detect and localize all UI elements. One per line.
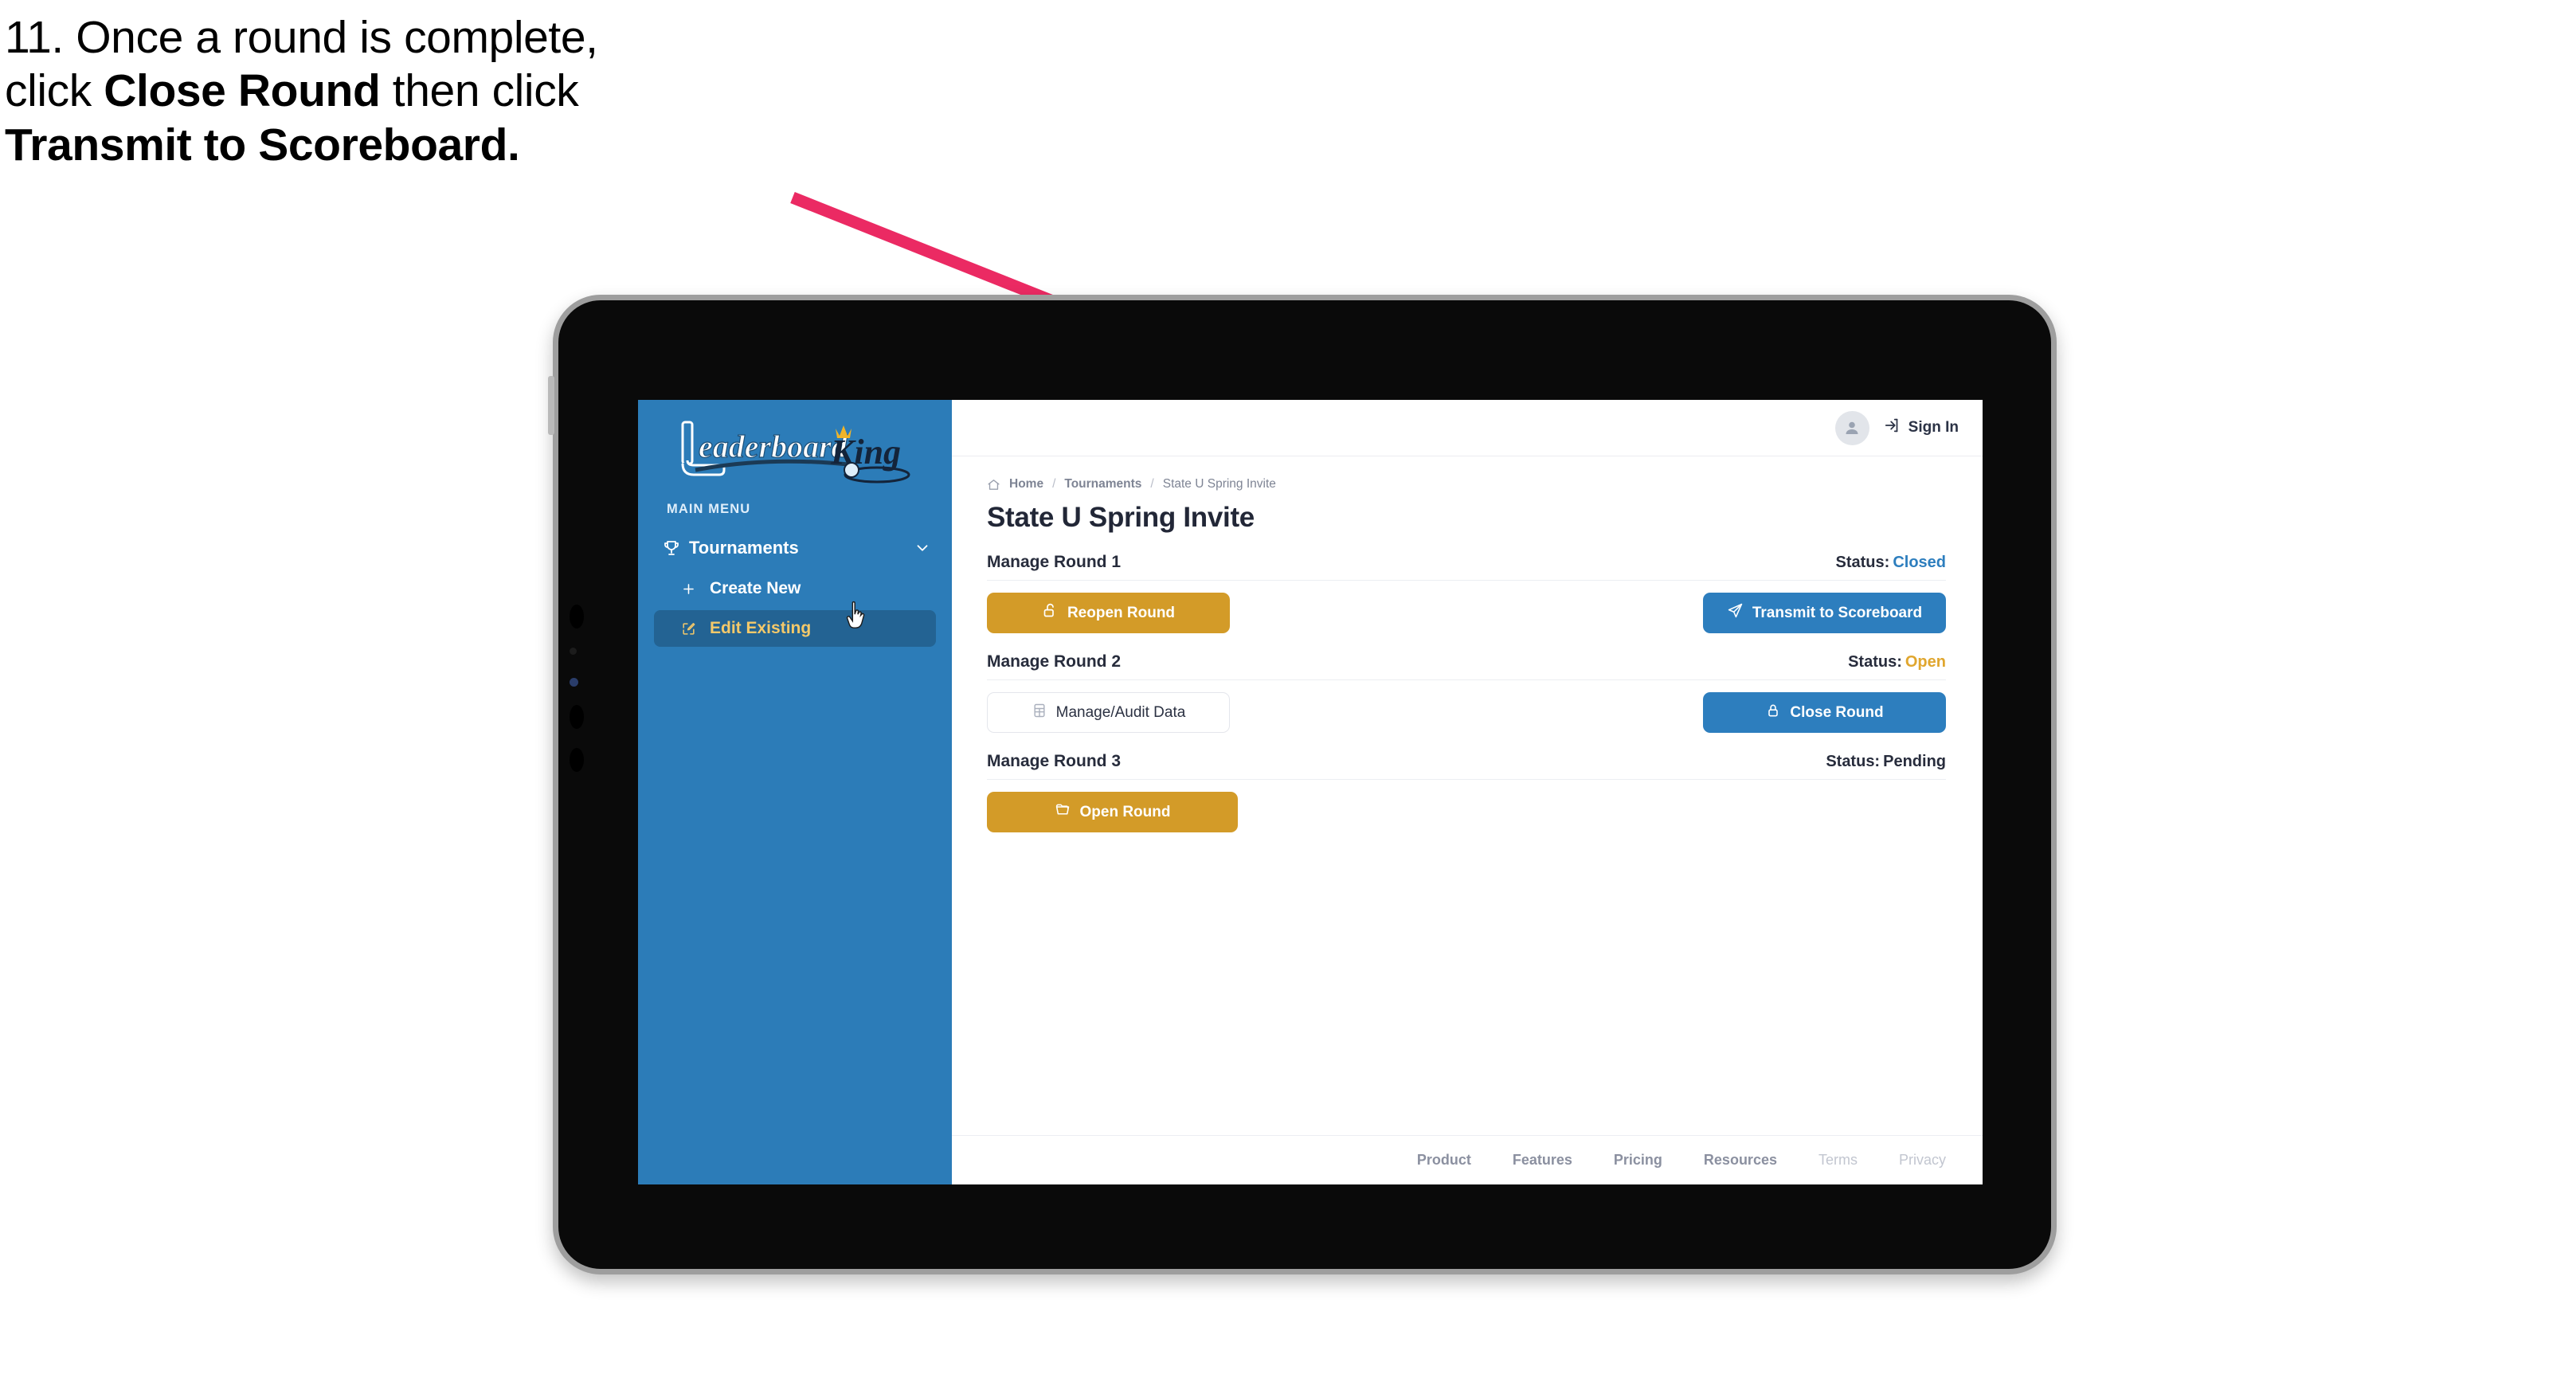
round-3-name: Manage Round 3 xyxy=(987,752,1122,770)
mouse-cursor-pointer-icon xyxy=(846,601,865,628)
footer-link-terms[interactable]: Terms xyxy=(1818,1152,1858,1169)
transmit-to-scoreboard-label: Transmit to Scoreboard xyxy=(1752,604,1923,621)
lock-icon xyxy=(1765,703,1781,723)
sidebar-item-edit-existing-label: Edit Existing xyxy=(710,619,812,637)
svg-text:King: King xyxy=(830,433,901,472)
reopen-round-button[interactable]: Reopen Round xyxy=(987,593,1230,633)
round-1-name: Manage Round 1 xyxy=(987,553,1122,571)
open-round-label: Open Round xyxy=(1079,803,1171,820)
sidebar-item-edit-existing[interactable]: Edit Existing xyxy=(654,610,936,647)
tablet-device-frame: eaderboard King MAIN MENU Tournaments Cr… xyxy=(548,295,2057,1274)
app-logo[interactable]: eaderboard King xyxy=(638,414,952,487)
footer-link-features[interactable]: Features xyxy=(1513,1152,1572,1169)
footer-links: Product Features Pricing Resources Terms… xyxy=(952,1135,1983,1184)
breadcrumb: Home / Tournaments / State U Spring Invi… xyxy=(987,477,1946,491)
home-icon[interactable] xyxy=(987,478,1000,491)
round-2-name: Manage Round 2 xyxy=(987,652,1122,671)
footer-link-privacy[interactable]: Privacy xyxy=(1899,1152,1946,1169)
tablet-speaker-dot-2 xyxy=(570,748,584,772)
instruction-close-round-emphasis: Close Round xyxy=(104,65,381,117)
sidebar-section-label: MAIN MENU xyxy=(667,502,751,516)
login-arrow-icon xyxy=(1884,417,1901,439)
round-2-status-label: Status: xyxy=(1848,653,1902,671)
sidebar-item-tournaments-label: Tournaments xyxy=(689,538,799,558)
sign-in-button[interactable]: Sign In xyxy=(1884,417,1959,439)
tablet-sensor-dot xyxy=(570,648,577,655)
unlock-icon xyxy=(1042,602,1059,624)
round-1-header: Manage Round 1 Status: Closed xyxy=(987,553,1946,581)
sidebar-item-create-new[interactable]: Create New xyxy=(654,570,936,607)
sign-in-label: Sign In xyxy=(1908,419,1959,436)
round-1-status: Status: Closed xyxy=(1836,554,1946,572)
footer-link-pricing[interactable]: Pricing xyxy=(1614,1152,1662,1169)
reopen-round-label: Reopen Round xyxy=(1067,604,1176,621)
transmit-to-scoreboard-button[interactable]: Transmit to Scoreboard xyxy=(1703,593,1946,633)
tablet-speaker-dot-1 xyxy=(570,705,584,729)
top-bar: Sign In xyxy=(952,400,1983,456)
svg-text:eaderboard: eaderboard xyxy=(699,429,848,464)
paper-plane-icon xyxy=(1727,602,1744,624)
instruction-caption: 11. Once a round is complete, click Clos… xyxy=(5,11,865,172)
tablet-led-dot xyxy=(570,678,578,687)
leaderboard-king-logo-icon: eaderboard King xyxy=(681,421,910,484)
manage-audit-data-button[interactable]: Manage/Audit Data xyxy=(987,692,1230,733)
breadcrumb-separator-2: / xyxy=(1150,477,1154,491)
round-3-status-label: Status: xyxy=(1826,753,1881,770)
tablet-side-button xyxy=(548,376,554,435)
round-1-actions: Reopen Round Transmit to Scoreboard xyxy=(987,593,1946,633)
footer-link-product[interactable]: Product xyxy=(1417,1152,1471,1169)
tablet-camera-dot xyxy=(570,605,584,628)
round-3-status: Status: Pending xyxy=(1826,753,1946,771)
round-2-status-value: Open xyxy=(1905,653,1946,671)
edit-square-icon xyxy=(681,621,710,636)
instruction-line-1: 11. Once a round is complete, xyxy=(5,12,598,63)
footer-link-resources[interactable]: Resources xyxy=(1704,1152,1777,1169)
open-round-button[interactable]: Open Round xyxy=(987,792,1238,832)
instruction-line-3: Transmit to Scoreboard. xyxy=(5,119,520,170)
round-section-1: Manage Round 1 Status: Closed Reopen Rou… xyxy=(987,553,1946,633)
round-3-actions: Open Round xyxy=(987,792,1946,832)
breadcrumb-separator-1: / xyxy=(1052,477,1056,491)
user-avatar-icon[interactable] xyxy=(1834,410,1869,445)
sidebar-item-tournaments[interactable]: Tournaments xyxy=(638,529,952,567)
round-1-status-label: Status: xyxy=(1835,554,1890,571)
screenshot-root: 11. Once a round is complete, click Clos… xyxy=(0,0,2576,1386)
breadcrumb-item-home[interactable]: Home xyxy=(1009,477,1043,491)
chevron-down-icon[interactable] xyxy=(914,539,931,557)
breadcrumb-item-current: State U Spring Invite xyxy=(1162,477,1276,491)
breadcrumb-item-tournaments[interactable]: Tournaments xyxy=(1064,477,1141,491)
instruction-line-2-pre: click xyxy=(5,65,104,117)
instruction-line-2: click Close Round then click xyxy=(5,65,865,118)
round-section-2: Manage Round 2 Status: Open Manage/Audit… xyxy=(987,652,1946,733)
close-round-label: Close Round xyxy=(1790,703,1884,721)
round-1-status-value: Closed xyxy=(1893,554,1946,571)
close-round-button[interactable]: Close Round xyxy=(1703,692,1946,733)
round-3-status-value: Pending xyxy=(1883,753,1946,770)
round-2-status: Status: Open xyxy=(1848,653,1946,671)
sidebar: eaderboard King MAIN MENU Tournaments Cr… xyxy=(638,400,952,1184)
round-2-header: Manage Round 2 Status: Open xyxy=(987,652,1946,680)
round-3-header: Manage Round 3 Status: Pending xyxy=(987,752,1946,780)
page-body: Home / Tournaments / State U Spring Invi… xyxy=(952,456,1983,1135)
main-content: Sign In Home / Tournaments / State U Spr… xyxy=(952,400,1983,1184)
round-section-3: Manage Round 3 Status: Pending Open Roun… xyxy=(987,752,1946,832)
table-grid-icon xyxy=(1032,703,1047,723)
browser-screen: eaderboard King MAIN MENU Tournaments Cr… xyxy=(638,400,1983,1184)
trophy-icon xyxy=(662,538,689,558)
round-2-actions: Manage/Audit Data Close Round xyxy=(987,692,1946,733)
sidebar-nav: Tournaments Create New Edit Existing xyxy=(638,529,952,647)
manage-audit-data-label: Manage/Audit Data xyxy=(1055,703,1186,721)
plus-icon xyxy=(681,581,710,597)
folder-open-icon xyxy=(1055,801,1071,823)
instruction-line-2-post: then click xyxy=(380,65,579,117)
sidebar-item-create-new-label: Create New xyxy=(710,579,801,597)
page-title: State U Spring Invite xyxy=(987,502,1255,533)
